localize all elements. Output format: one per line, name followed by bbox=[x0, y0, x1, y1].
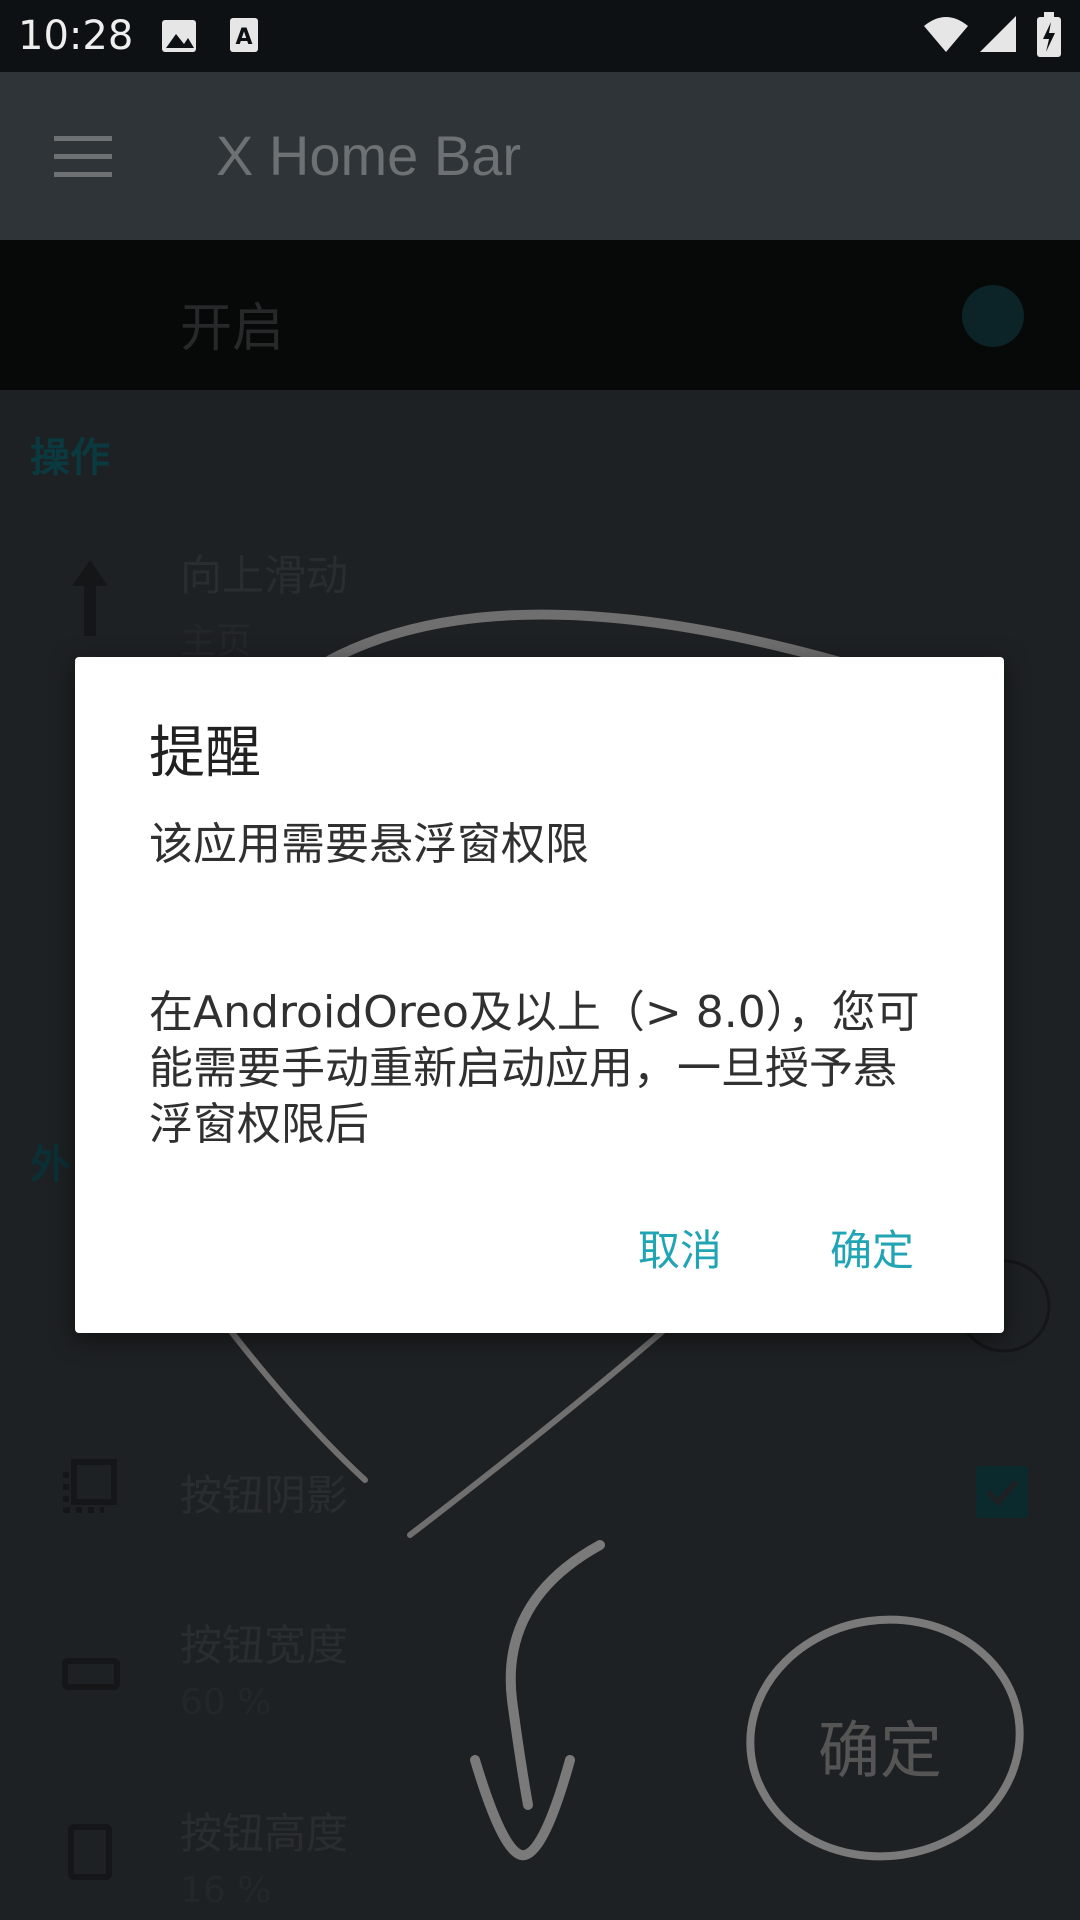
ok-button[interactable]: 确定 bbox=[830, 1223, 914, 1279]
alert-dialog: 提醒 该应用需要悬浮窗权限 在AndroidOreo及以上（> 8.0），您可能… bbox=[75, 657, 1004, 1333]
hint-ok-label: 确定 bbox=[818, 1714, 943, 1787]
dialog-message: 该应用需要悬浮窗权限 在AndroidOreo及以上（> 8.0），您可能需要手… bbox=[149, 819, 920, 1150]
dialog-title: 提醒 bbox=[149, 721, 261, 786]
cancel-button[interactable]: 取消 bbox=[638, 1223, 722, 1279]
